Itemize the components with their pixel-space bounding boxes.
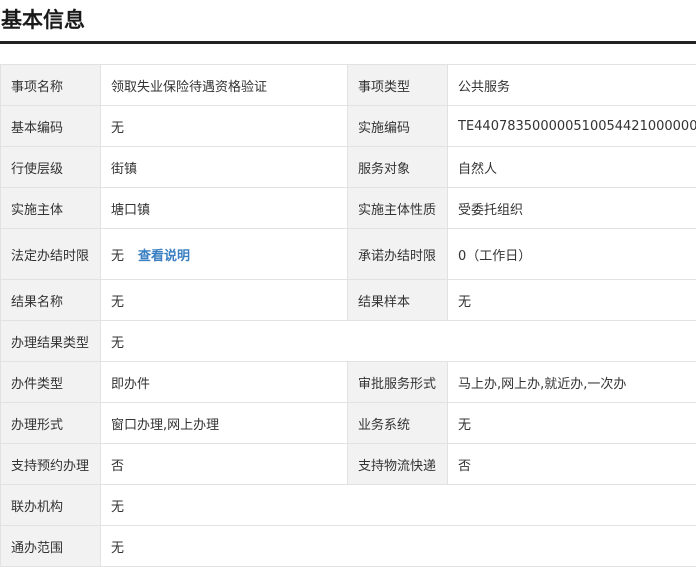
basic-code-label: 基本编码 (1, 106, 101, 147)
case-type-label: 办件类型 (1, 362, 101, 403)
exercise-level-value: 街镇 (101, 147, 348, 188)
table-row: 行使层级 街镇 服务对象 自然人 (1, 147, 696, 188)
handling-form-value: 窗口办理,网上办理 (101, 403, 348, 444)
impl-code-label: 实施编码 (348, 106, 448, 147)
approval-form-value: 马上办,网上办,就近办,一次办 (448, 362, 696, 403)
legal-deadline-label: 法定办结时限 (1, 229, 101, 280)
table-row: 基本编码 无 实施编码 TE44078350000051005442100000… (1, 106, 696, 147)
support-appointment-label: 支持预约办理 (1, 444, 101, 485)
support-logistics-value: 否 (448, 444, 696, 485)
promised-deadline-label: 承诺办结时限 (348, 229, 448, 280)
service-target-value: 自然人 (448, 147, 696, 188)
title-underline (0, 41, 696, 44)
legal-deadline-value: 无 (111, 249, 124, 264)
exercise-level-label: 行使层级 (1, 147, 101, 188)
impl-code-value: TE440783500000510054421000000 75 (448, 106, 696, 147)
support-logistics-label: 支持物流快递 (348, 444, 448, 485)
table-row: 办件类型 即办件 审批服务形式 马上办,网上办,就近办,一次办 (1, 362, 696, 403)
impl-subject-value: 塘口镇 (101, 188, 348, 229)
approval-form-label: 审批服务形式 (348, 362, 448, 403)
table-row: 实施主体 塘口镇 实施主体性质 受委托组织 (1, 188, 696, 229)
result-type-label: 办理结果类型 (1, 321, 101, 362)
result-name-label: 结果名称 (1, 280, 101, 321)
view-explanation-link[interactable]: 查看说明 (138, 249, 190, 264)
general-scope-label: 通办范围 (1, 526, 101, 567)
item-type-label: 事项类型 (348, 65, 448, 106)
promised-deadline-value: 0（工作日） (448, 229, 696, 280)
table-row: 通办范围 无 (1, 526, 696, 567)
basic-info-table: 事项名称 领取失业保险待遇资格验证 事项类型 公共服务 基本编码 无 实施编码 … (0, 64, 696, 567)
table-row: 办理结果类型 无 (1, 321, 696, 362)
table-row: 事项名称 领取失业保险待遇资格验证 事项类型 公共服务 (1, 65, 696, 106)
business-system-value: 无 (448, 403, 696, 444)
table-row: 办理形式 窗口办理,网上办理 业务系统 无 (1, 403, 696, 444)
item-type-value: 公共服务 (448, 65, 696, 106)
section-header: 基本信息 (0, 0, 696, 45)
result-type-value: 无 (101, 321, 696, 362)
support-appointment-value: 否 (101, 444, 348, 485)
business-system-label: 业务系统 (348, 403, 448, 444)
joint-agency-label: 联办机构 (1, 485, 101, 526)
item-name-value: 领取失业保险待遇资格验证 (101, 65, 348, 106)
legal-deadline-cell: 无查看说明 (101, 229, 348, 280)
impl-subject-nature-label: 实施主体性质 (348, 188, 448, 229)
table-row: 法定办结时限 无查看说明 承诺办结时限 0（工作日） (1, 229, 696, 280)
handling-form-label: 办理形式 (1, 403, 101, 444)
result-sample-value: 无 (448, 280, 696, 321)
basic-code-value: 无 (101, 106, 348, 147)
general-scope-value: 无 (101, 526, 696, 567)
case-type-value: 即办件 (101, 362, 348, 403)
table-row: 支持预约办理 否 支持物流快递 否 (1, 444, 696, 485)
table-row: 结果名称 无 结果样本 无 (1, 280, 696, 321)
service-target-label: 服务对象 (348, 147, 448, 188)
impl-subject-label: 实施主体 (1, 188, 101, 229)
table-row: 联办机构 无 (1, 485, 696, 526)
section-title: 基本信息 (1, 4, 85, 34)
impl-subject-nature-value: 受委托组织 (448, 188, 696, 229)
result-name-value: 无 (101, 280, 348, 321)
joint-agency-value: 无 (101, 485, 696, 526)
result-sample-label: 结果样本 (348, 280, 448, 321)
item-name-label: 事项名称 (1, 65, 101, 106)
